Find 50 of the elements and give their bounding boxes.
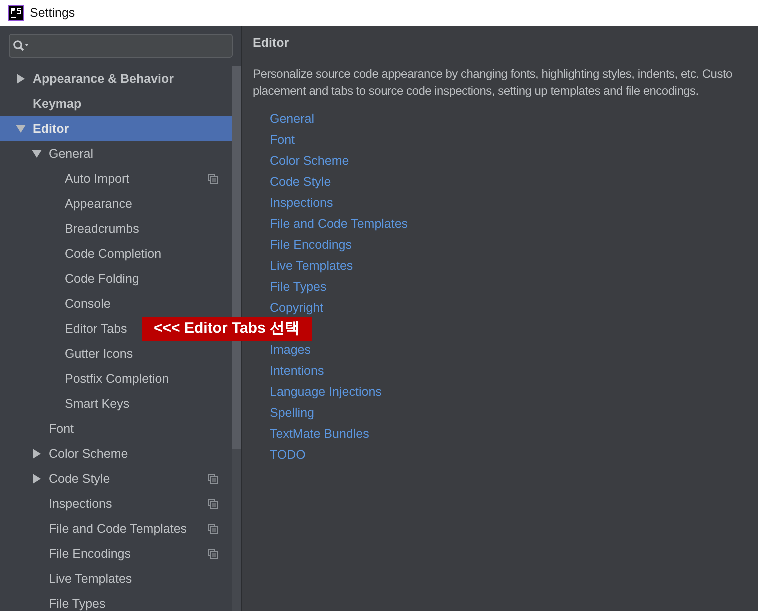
settings-link[interactable]: File and Code Templates bbox=[270, 214, 408, 235]
settings-link[interactable]: File Encodings bbox=[270, 235, 352, 256]
tree-item[interactable]: Color Scheme bbox=[0, 441, 232, 466]
settings-link[interactable]: Color Scheme bbox=[270, 151, 350, 172]
settings-link[interactable]: Intentions bbox=[270, 361, 324, 382]
tree-item[interactable]: File Types bbox=[0, 591, 232, 611]
search-icon bbox=[13, 40, 30, 52]
expanded-arrow-icon[interactable] bbox=[32, 148, 42, 158]
tree-item[interactable]: Postfix Completion bbox=[0, 366, 232, 391]
settings-link[interactable]: Code Style bbox=[270, 172, 332, 193]
tree-item[interactable]: Code Completion bbox=[0, 241, 232, 266]
search-field[interactable] bbox=[9, 34, 233, 58]
collapsed-arrow-icon[interactable] bbox=[16, 74, 26, 84]
settings-link[interactable]: Live Templates bbox=[270, 256, 354, 277]
tree-item[interactable]: General bbox=[0, 141, 232, 166]
tree-item[interactable]: Gutter Icons bbox=[0, 341, 232, 366]
collapsed-arrow-icon[interactable] bbox=[32, 448, 42, 458]
tree-item[interactable]: Live Templates bbox=[0, 566, 232, 591]
settings-link[interactable]: Copyright bbox=[270, 298, 324, 319]
tree-item[interactable]: Breadcrumbs bbox=[0, 216, 232, 241]
tree-item[interactable]: File Encodings bbox=[0, 541, 232, 566]
settings-link[interactable]: Inspections bbox=[270, 193, 334, 214]
description-text: Personalize source code appearance by changing fonts, highlighting styles, indents, etc. Custo bbox=[253, 66, 734, 83]
annotation-tooltip: <<< Editor Tabs 선택 bbox=[142, 317, 312, 341]
tree-item[interactable]: Inspections bbox=[0, 491, 232, 516]
settings-link[interactable]: General bbox=[270, 109, 314, 130]
tree-item[interactable]: Editor bbox=[0, 116, 232, 141]
tree-item[interactable]: File and Code Templates bbox=[0, 516, 232, 541]
settings-link[interactable]: Spelling bbox=[270, 403, 314, 424]
tree-item[interactable]: Smart Keys bbox=[0, 391, 232, 416]
tree-item[interactable]: Appearance bbox=[0, 191, 232, 216]
tree-item[interactable]: Appearance & Behavior bbox=[0, 66, 232, 91]
tree-item[interactable]: Keymap bbox=[0, 91, 232, 116]
tree-item[interactable]: Console bbox=[0, 291, 232, 316]
settings-link[interactable]: Language Injections bbox=[270, 382, 382, 403]
collapsed-arrow-icon[interactable] bbox=[32, 474, 42, 484]
window-title: Settings bbox=[30, 6, 76, 20]
tree-item[interactable]: Auto Import bbox=[0, 166, 232, 191]
tree-item[interactable]: Code Style bbox=[0, 466, 232, 491]
settings-link[interactable]: Images bbox=[270, 340, 311, 361]
description-text: placement and tabs to source code inspections, setting up templates and file encodings. bbox=[253, 83, 700, 100]
tree-item[interactable]: Font bbox=[0, 416, 232, 441]
expanded-arrow-icon[interactable] bbox=[16, 124, 26, 134]
settings-link[interactable]: Font bbox=[270, 130, 296, 151]
tree-item[interactable]: Code Folding bbox=[0, 266, 232, 291]
settings-link[interactable]: File Types bbox=[270, 277, 327, 298]
page-heading: Editor bbox=[253, 36, 290, 52]
settings-link[interactable]: TextMate Bundles bbox=[270, 424, 370, 445]
app-logo-icon bbox=[8, 5, 24, 21]
settings-link[interactable]: TODO bbox=[270, 445, 306, 466]
